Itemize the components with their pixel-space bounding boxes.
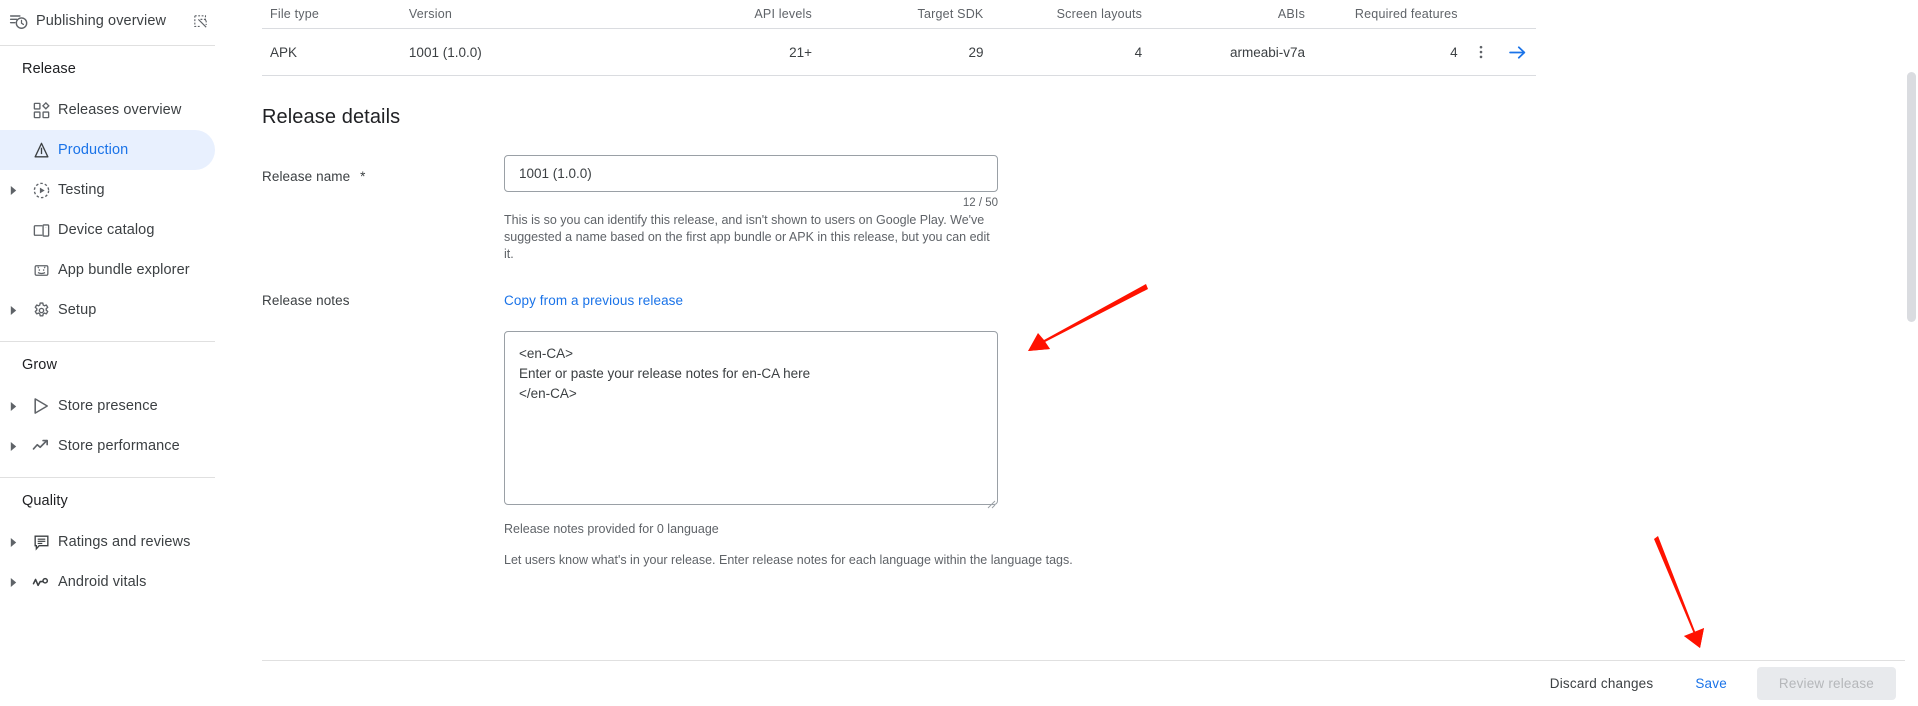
- production-icon: [24, 141, 58, 160]
- sidebar-item-label: Device catalog: [58, 222, 155, 238]
- cell-target-sdk: 29: [968, 44, 984, 60]
- device-catalog-icon: [24, 221, 58, 240]
- release-notes-language-count: Release notes provided for 0 language: [504, 522, 719, 536]
- page-scrollbar-thumb[interactable]: [1907, 72, 1916, 322]
- publishing-overview-icon: [2, 11, 36, 31]
- textarea-resize-grip[interactable]: [984, 496, 996, 509]
- bottom-action-bar: Discard changes Save Review release: [262, 660, 1918, 706]
- row-actions: [1458, 41, 1536, 63]
- page-title: Release details: [262, 106, 401, 128]
- sidebar-item-testing[interactable]: Testing: [0, 170, 262, 210]
- store-presence-icon: [24, 396, 58, 416]
- release-name-helper-text: This is so you can identify this release…: [504, 213, 990, 261]
- page-scrollbar-track[interactable]: [1905, 0, 1918, 706]
- sidebar-section-title-grow: Grow: [22, 357, 58, 373]
- sidebar-item-production[interactable]: Production: [0, 130, 215, 170]
- sidebar-header-publishing-overview[interactable]: Publishing overview: [0, 4, 262, 38]
- review-release-button: Review release: [1756, 667, 1896, 700]
- sidebar-item-app-bundle-explorer[interactable]: App bundle explorer: [0, 250, 262, 290]
- sidebar-item-label: Testing: [58, 182, 105, 198]
- release-notes-field-row: Release notes Copy from a previous relea…: [262, 293, 1918, 567]
- sidebar-item-label: Setup: [58, 302, 97, 318]
- chevron-right-icon[interactable]: [2, 577, 24, 587]
- release-name-label-text: Release name: [262, 169, 351, 184]
- setup-gear-icon: [24, 301, 58, 320]
- release-name-field-row: Release name * 12 / 50 This is so you ca…: [262, 155, 1918, 263]
- changes-not-published-icon[interactable]: [192, 13, 209, 30]
- cell-file-type: APK: [270, 44, 298, 60]
- sidebar-item-label: Production: [58, 142, 129, 158]
- column-header-api-levels: API levels: [754, 7, 812, 21]
- chevron-right-icon[interactable]: [2, 305, 24, 315]
- column-header-file-type: File type: [270, 7, 320, 21]
- release-notes-label-text: Release notes: [262, 293, 350, 308]
- release-notes-textarea-wrap: [504, 331, 998, 510]
- sidebar: Publishing overview Release Releases ove…: [0, 0, 262, 706]
- sidebar-divider-3: [0, 477, 215, 478]
- sidebar-item-store-performance[interactable]: Store performance: [0, 426, 262, 466]
- chevron-right-icon[interactable]: [2, 185, 24, 195]
- column-header-target-sdk: Target SDK: [917, 7, 984, 21]
- chevron-right-icon[interactable]: [2, 537, 24, 547]
- sidebar-section-title-release: Release: [22, 61, 76, 77]
- sidebar-section-title-quality: Quality: [22, 493, 68, 509]
- store-performance-icon: [24, 436, 58, 456]
- table-row[interactable]: APK 1001 (1.0.0) 21+ 29 4 armeabi-v7a 4: [262, 29, 1536, 75]
- column-header-required-features: Required features: [1354, 7, 1458, 21]
- required-marker: *: [360, 169, 366, 184]
- sidebar-item-label: Ratings and reviews: [58, 534, 191, 550]
- column-header-abis: ABIs: [1277, 7, 1306, 21]
- sidebar-item-label: Store presence: [58, 398, 158, 414]
- sidebar-item-label: Android vitals: [58, 574, 147, 590]
- sidebar-item-label: Store performance: [58, 438, 180, 454]
- cell-required-features: 4: [1450, 44, 1458, 60]
- ratings-reviews-icon: [24, 533, 58, 552]
- main-content: File type Version API levels Target SDK …: [262, 0, 1918, 706]
- chevron-right-icon[interactable]: [2, 441, 24, 451]
- sidebar-item-store-presence[interactable]: Store presence: [0, 386, 262, 426]
- release-name-label: Release name *: [262, 155, 504, 263]
- release-name-input[interactable]: [504, 155, 998, 192]
- release-name-field-body: 12 / 50 This is so you can identify this…: [504, 155, 998, 263]
- release-notes-label: Release notes: [262, 293, 504, 567]
- sidebar-item-label: App bundle explorer: [58, 262, 190, 278]
- sidebar-header-label: Publishing overview: [36, 13, 167, 29]
- cell-screen-layouts: 4: [1134, 44, 1143, 60]
- app-bundle-explorer-icon: [24, 261, 58, 280]
- column-header-version: Version: [408, 7, 453, 21]
- sidebar-item-ratings-and-reviews[interactable]: Ratings and reviews: [0, 522, 262, 562]
- releases-overview-icon: [24, 101, 58, 120]
- table-row-divider: [262, 75, 1536, 76]
- sidebar-divider-2: [0, 341, 215, 342]
- android-vitals-icon: [24, 572, 58, 592]
- testing-icon: [24, 181, 58, 200]
- sidebar-item-setup[interactable]: Setup: [0, 290, 262, 330]
- discard-changes-button[interactable]: Discard changes: [1538, 668, 1666, 699]
- arrow-forward-icon[interactable]: [1506, 41, 1528, 63]
- release-notes-hint: Let users know what's in your release. E…: [504, 553, 1073, 567]
- release-name-char-counter: 12 / 50: [962, 197, 998, 209]
- play-console-release-page: Publishing overview Release Releases ove…: [0, 0, 1918, 706]
- release-notes-field-body: Copy from a previous release Release not…: [504, 293, 1073, 567]
- column-header-screen-layouts: Screen layouts: [1056, 7, 1143, 21]
- more-vert-icon[interactable]: [1470, 41, 1492, 63]
- table-header-row: File type Version API levels Target SDK …: [262, 0, 1536, 28]
- cell-api-levels: 21+: [789, 44, 812, 60]
- save-button[interactable]: Save: [1683, 668, 1739, 699]
- release-notes-textarea[interactable]: [504, 331, 998, 505]
- cell-version: 1001 (1.0.0): [408, 44, 482, 60]
- sidebar-item-device-catalog[interactable]: Device catalog: [0, 210, 262, 250]
- app-bundle-table: File type Version API levels Target SDK …: [262, 0, 1536, 76]
- sidebar-item-android-vitals[interactable]: Android vitals: [0, 562, 262, 602]
- copy-from-previous-release-link[interactable]: Copy from a previous release: [504, 293, 998, 308]
- chevron-right-icon[interactable]: [2, 401, 24, 411]
- sidebar-item-releases-overview[interactable]: Releases overview: [0, 90, 262, 130]
- cell-abis: armeabi-v7a: [1230, 44, 1306, 60]
- sidebar-item-label: Releases overview: [58, 102, 182, 118]
- sidebar-divider-1: [0, 45, 215, 46]
